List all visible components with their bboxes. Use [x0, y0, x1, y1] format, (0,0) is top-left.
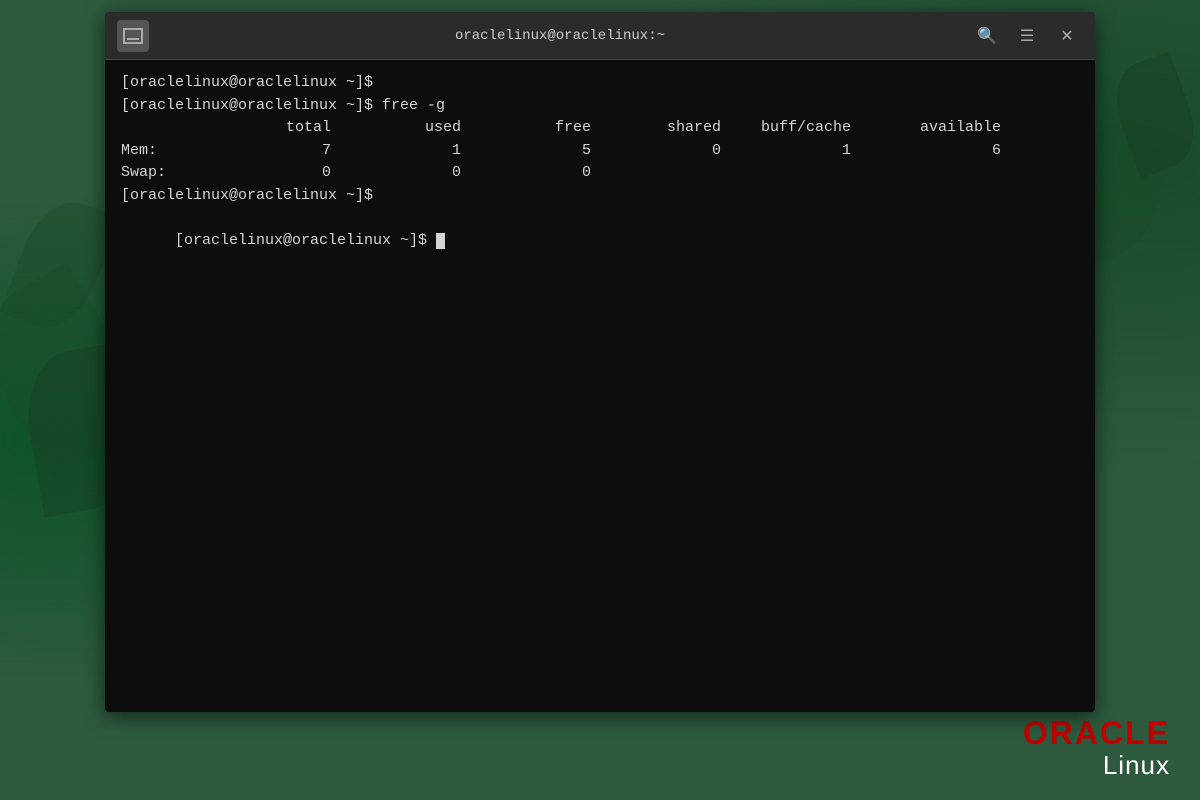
swap-total: 0 [201, 162, 351, 185]
term-line-5: [oraclelinux@oraclelinux ~]$ [121, 185, 1079, 208]
menu-icon: ☰ [1020, 26, 1034, 46]
oracle-branding: ORACLE Linux [1023, 716, 1170, 780]
menu-button[interactable]: ☰ [1011, 20, 1043, 52]
decorative-leaf-2 [0, 190, 120, 340]
terminal-window: oraclelinux@oraclelinux:~ 🔍 ☰ ✕ [oraclel… [105, 12, 1095, 712]
header-available: available [871, 117, 1001, 140]
close-icon: ✕ [1060, 26, 1073, 46]
close-button[interactable]: ✕ [1051, 20, 1083, 52]
mem-used: 1 [351, 140, 481, 163]
swap-available [871, 162, 1001, 185]
header-total: total [201, 117, 351, 140]
mem-free: 5 [481, 140, 611, 163]
search-button[interactable]: 🔍 [971, 20, 1003, 52]
mem-shared: 0 [611, 140, 741, 163]
window-controls: 🔍 ☰ ✕ [971, 20, 1083, 52]
header-buff: buff/cache [741, 117, 871, 140]
window-title: oraclelinux@oraclelinux:~ [149, 28, 971, 44]
mem-label: Mem: [121, 140, 201, 163]
search-icon: 🔍 [977, 26, 997, 46]
header-shared: shared [611, 117, 741, 140]
swap-shared [611, 162, 741, 185]
term-swap-row: Swap: 0 0 0 [121, 162, 1079, 185]
term-line-1: [oraclelinux@oraclelinux ~]$ [121, 72, 1079, 95]
mem-total: 7 [201, 140, 351, 163]
swap-label: Swap: [121, 162, 201, 185]
title-bar: oraclelinux@oraclelinux:~ 🔍 ☰ ✕ [105, 12, 1095, 60]
term-mem-row: Mem: 7 1 5 0 1 6 [121, 140, 1079, 163]
term-line-2: [oraclelinux@oraclelinux ~]$ free -g [121, 95, 1079, 118]
oracle-text: ORACLE [1023, 716, 1170, 751]
header-free: free [481, 117, 611, 140]
terminal-icon-graphic [123, 28, 143, 44]
linux-text: Linux [1023, 751, 1170, 780]
swap-used: 0 [351, 162, 481, 185]
swap-buff [741, 162, 871, 185]
header-used: used [351, 117, 481, 140]
term-header-row: total used free shared buff/cache availa… [121, 117, 1079, 140]
oracle-name: ORACLE [1023, 715, 1170, 751]
mem-buff: 1 [741, 140, 871, 163]
terminal-icon [117, 20, 149, 52]
term-prompt-text: [oraclelinux@oraclelinux ~]$ [175, 232, 436, 249]
terminal-content[interactable]: [oraclelinux@oraclelinux ~]$ [oraclelinu… [105, 60, 1095, 712]
swap-free: 0 [481, 162, 611, 185]
mem-available: 6 [871, 140, 1001, 163]
terminal-cursor [436, 233, 445, 249]
header-label [121, 117, 201, 140]
term-line-6: [oraclelinux@oraclelinux ~]$ [121, 207, 1079, 275]
